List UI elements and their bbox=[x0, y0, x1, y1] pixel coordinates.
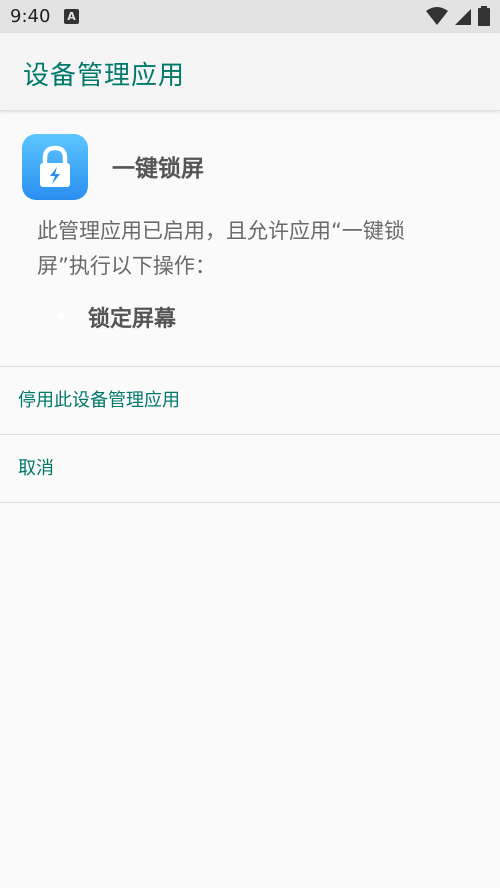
divider bbox=[0, 366, 500, 367]
app-bar: 设备管理应用 bbox=[0, 33, 500, 111]
admin-description: 此管理应用已启用，且允许应用“一键锁屏”执行以下操作： bbox=[37, 219, 405, 278]
bullet-icon bbox=[58, 312, 65, 319]
lock-lightning-icon bbox=[22, 134, 88, 200]
wifi-icon bbox=[425, 7, 448, 25]
divider bbox=[0, 434, 500, 435]
battery-icon bbox=[478, 6, 490, 26]
status-bar: 9:40 A bbox=[0, 0, 500, 33]
status-time: 9:40 bbox=[10, 6, 51, 27]
deactivate-admin-button[interactable]: 停用此设备管理应用 bbox=[0, 368, 500, 434]
a-icon: A bbox=[64, 9, 79, 24]
page-title: 设备管理应用 bbox=[23, 61, 186, 91]
policy-item: 锁定屏幕 bbox=[88, 307, 177, 332]
app-name: 一键锁屏 bbox=[112, 156, 204, 182]
cancel-button[interactable]: 取消 bbox=[0, 436, 500, 502]
divider bbox=[0, 502, 500, 503]
status-icons bbox=[425, 6, 490, 26]
signal-icon bbox=[454, 9, 471, 25]
